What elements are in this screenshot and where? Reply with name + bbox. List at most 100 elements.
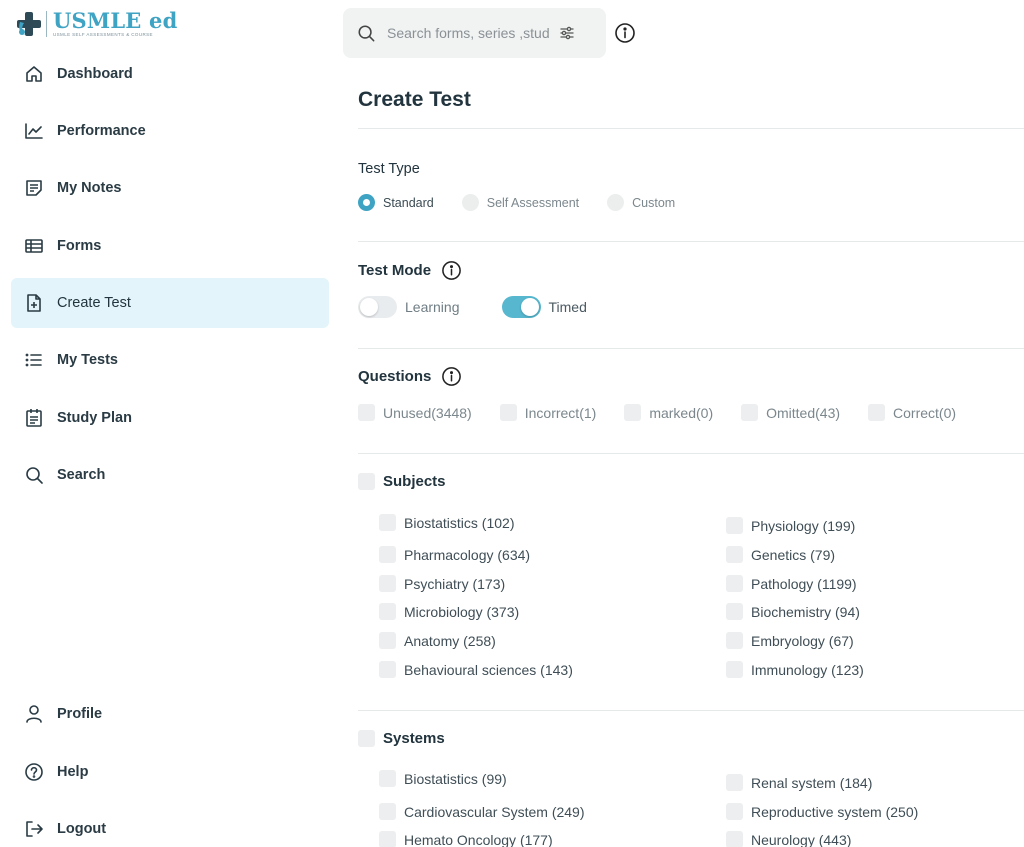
- search-input[interactable]: [387, 25, 549, 41]
- test-type-heading: Test Type: [358, 161, 420, 177]
- checkbox-box[interactable]: [379, 803, 396, 820]
- checkbox-box[interactable]: [379, 514, 396, 531]
- sidebar-item-label: Search: [57, 467, 106, 483]
- sidebar-item-create-test[interactable]: Create Test: [11, 278, 329, 328]
- subject-item[interactable]: Physiology (199): [726, 517, 855, 534]
- checkbox-unused[interactable]: Unused(3448): [358, 404, 472, 421]
- checkbox-box[interactable]: [358, 404, 375, 421]
- checkbox-systems-all[interactable]: Systems: [358, 730, 445, 747]
- subject-item[interactable]: Pathology (1199): [726, 575, 857, 592]
- subject-label: Behavioural sciences (143): [404, 661, 573, 678]
- checkbox-box[interactable]: [379, 575, 396, 592]
- subject-item[interactable]: Anatomy (258): [379, 632, 496, 649]
- sidebar-item-label: Dashboard: [57, 66, 133, 82]
- checkbox-label: Unused(3448): [383, 404, 472, 421]
- checkbox-box[interactable]: [726, 661, 743, 678]
- subject-item[interactable]: Biochemistry (94): [726, 603, 860, 620]
- checkbox-marked[interactable]: marked(0): [624, 404, 713, 421]
- toggle-switch[interactable]: [358, 296, 397, 318]
- checkbox-box[interactable]: [358, 730, 375, 747]
- radio-custom[interactable]: Custom: [607, 194, 675, 211]
- sidebar-item-search[interactable]: Search: [11, 450, 329, 500]
- radio-standard[interactable]: Standard: [358, 194, 434, 211]
- sidebar-item-study-plan[interactable]: Study Plan: [11, 393, 329, 443]
- checkbox-incorrect[interactable]: Incorrect(1): [499, 404, 596, 421]
- checkbox-box[interactable]: [726, 546, 743, 563]
- subject-item[interactable]: Embryology (67): [726, 632, 854, 649]
- checkbox-box[interactable]: [726, 774, 743, 791]
- checkbox-box[interactable]: [379, 603, 396, 620]
- subject-item[interactable]: Behavioural sciences (143): [379, 661, 573, 678]
- search-icon: [24, 465, 44, 485]
- subject-label: Immunology (123): [751, 661, 864, 678]
- logout-icon: [24, 819, 44, 839]
- checkbox-box[interactable]: [379, 831, 396, 847]
- subject-label: Psychiatry (173): [404, 575, 506, 592]
- checkbox-box[interactable]: [379, 546, 396, 563]
- home-icon: [24, 64, 44, 84]
- subject-item[interactable]: Biostatistics (102): [379, 514, 514, 531]
- checkbox-box[interactable]: [358, 473, 375, 490]
- system-label: Neurology (443): [751, 831, 852, 847]
- checkbox-box[interactable]: [379, 661, 396, 678]
- sidebar-item-my-tests[interactable]: My Tests: [11, 335, 329, 385]
- subject-item[interactable]: Psychiatry (173): [379, 575, 505, 592]
- info-icon[interactable]: [441, 260, 462, 281]
- subject-label: Biostatistics (102): [404, 514, 515, 531]
- system-label: Renal system (184): [751, 774, 873, 791]
- brand-subtitle: USMLE SELF ASSESSMENTS & COURSE: [53, 32, 153, 37]
- subject-item[interactable]: Microbiology (373): [379, 603, 519, 620]
- sidebar-item-help[interactable]: Help: [11, 747, 329, 797]
- checkbox-correct[interactable]: Correct(0): [868, 404, 956, 421]
- radio-indicator: [358, 194, 375, 211]
- file-plus-icon: [24, 293, 44, 313]
- system-label: Reproductive system (250): [751, 803, 919, 820]
- subject-item[interactable]: Pharmacology (634): [379, 546, 530, 563]
- brand-logo[interactable]: USMLE ed USMLE SELF ASSESSMENTS & COURSE: [16, 10, 177, 38]
- toggle-timed[interactable]: Timed: [501, 296, 587, 318]
- divider: [358, 348, 1024, 349]
- checkbox-box[interactable]: [726, 803, 743, 820]
- divider: [358, 710, 1024, 711]
- system-item[interactable]: Biostatistics (99): [379, 770, 507, 787]
- checkbox-box[interactable]: [726, 517, 743, 534]
- sidebar-item-my-notes[interactable]: My Notes: [11, 163, 329, 213]
- checkbox-box[interactable]: [726, 632, 743, 649]
- sidebar-item-logout[interactable]: Logout: [11, 804, 329, 847]
- checkbox-box[interactable]: [726, 575, 743, 592]
- sidebar-item-profile[interactable]: Profile: [11, 689, 329, 739]
- sidebar-item-forms[interactable]: Forms: [11, 221, 329, 271]
- subject-item[interactable]: Immunology (123): [726, 661, 864, 678]
- toggle-label: Learning: [405, 299, 460, 315]
- table-icon: [24, 236, 44, 256]
- info-icon[interactable]: [614, 22, 636, 49]
- checkbox-box[interactable]: [726, 831, 743, 847]
- system-item[interactable]: Hemato Oncology (177): [379, 831, 553, 847]
- subject-item[interactable]: Genetics (79): [726, 546, 835, 563]
- system-item[interactable]: Reproductive system (250): [726, 803, 918, 820]
- toggle-switch[interactable]: [501, 296, 541, 318]
- checkbox-box[interactable]: [726, 603, 743, 620]
- info-icon[interactable]: [441, 366, 462, 387]
- checkbox-box[interactable]: [868, 404, 886, 421]
- checkbox-box[interactable]: [379, 632, 396, 649]
- system-item[interactable]: Neurology (443): [726, 831, 851, 847]
- sidebar-item-performance[interactable]: Performance: [11, 106, 329, 156]
- radio-self-assessment[interactable]: Self Assessment: [461, 194, 579, 211]
- divider: [358, 128, 1024, 129]
- system-item[interactable]: Renal system (184): [726, 774, 872, 791]
- system-item[interactable]: Cardiovascular System (249): [379, 803, 585, 820]
- subject-label: Biochemistry (94): [751, 603, 860, 620]
- checkbox-subjects-all[interactable]: Subjects: [358, 473, 446, 490]
- toggle-learning[interactable]: Learning: [358, 296, 460, 318]
- checkbox-label: Correct(0): [893, 404, 957, 421]
- filter-sliders-icon[interactable]: [559, 25, 575, 41]
- checkbox-box[interactable]: [624, 404, 642, 421]
- checkbox-box[interactable]: [379, 770, 396, 787]
- checkbox-box[interactable]: [499, 404, 517, 421]
- sidebar-item-dashboard[interactable]: Dashboard: [11, 49, 329, 99]
- subject-label: Anatomy (258): [404, 632, 496, 649]
- checkbox-omitted[interactable]: Omitted(43): [741, 404, 840, 421]
- divider: [358, 241, 1024, 242]
- checkbox-box[interactable]: [741, 404, 759, 421]
